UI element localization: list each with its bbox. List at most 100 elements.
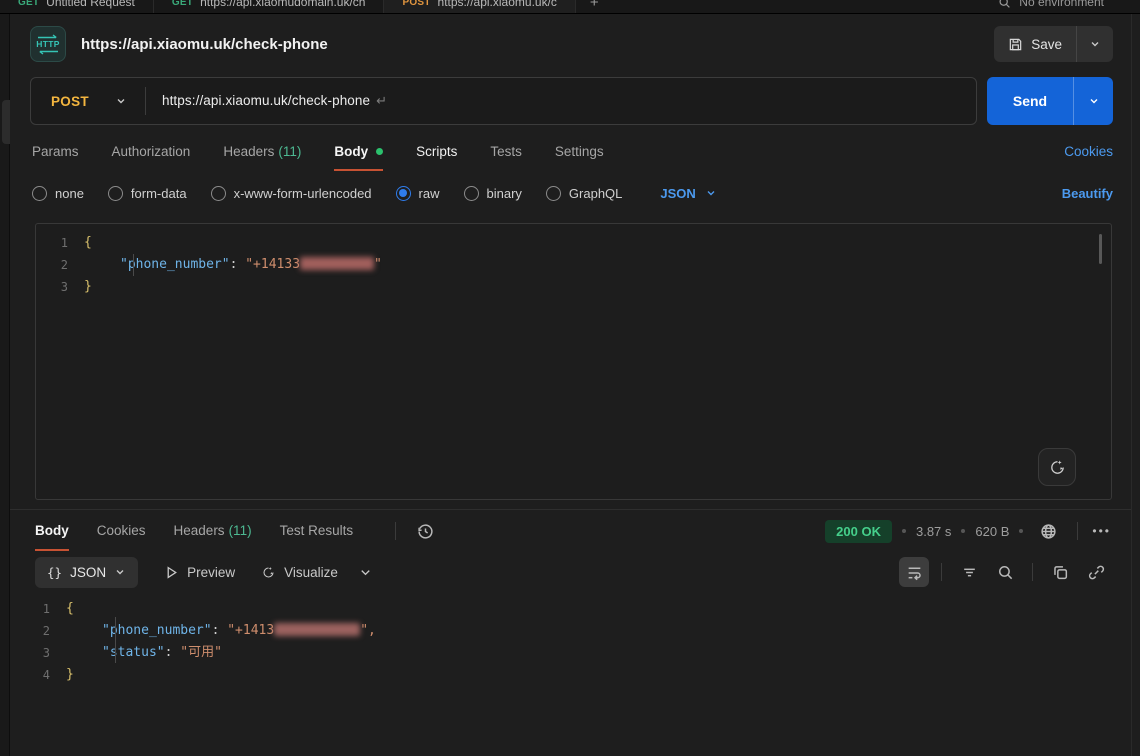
- network-info-button[interactable]: [1033, 516, 1063, 546]
- json-value: ",: [360, 623, 376, 638]
- link-button[interactable]: [1081, 557, 1111, 587]
- language-label: JSON: [660, 186, 695, 201]
- environment-label: No environment: [1019, 0, 1104, 9]
- send-options-button[interactable]: [1073, 77, 1113, 125]
- tab-label: Authorization: [112, 144, 191, 159]
- response-size: 620 B: [975, 524, 1009, 539]
- search-icon: [997, 564, 1014, 581]
- history-clock-icon: [417, 523, 434, 540]
- response-history-button[interactable]: [410, 516, 440, 546]
- status-badge: 200 OK: [825, 520, 892, 543]
- response-body-viewer[interactable]: 1 { 2 "phone_number": "+1413", 3 "status…: [10, 592, 1131, 733]
- visualize-button[interactable]: Visualize: [261, 565, 338, 580]
- radio-graphql[interactable]: GraphQL: [546, 186, 622, 201]
- json-value: "+14133: [245, 257, 300, 272]
- radio-raw[interactable]: raw: [396, 186, 440, 201]
- environment-selector[interactable]: No environment: [998, 0, 1140, 9]
- search-icon: [998, 0, 1011, 9]
- indent-guide: [133, 254, 134, 276]
- tab-label: Params: [32, 144, 79, 159]
- copy-response-button[interactable]: [1045, 557, 1075, 587]
- wrap-text-button[interactable]: [899, 557, 929, 587]
- response-tab-headers[interactable]: Headers(11): [174, 511, 252, 551]
- language-selector[interactable]: JSON: [660, 186, 716, 201]
- response-tab-body[interactable]: Body: [35, 511, 69, 551]
- save-icon: [1008, 37, 1023, 52]
- search-response-button[interactable]: [990, 557, 1020, 587]
- request-body-editor[interactable]: 1 { 2 "phone_number": "+14133" 3 }: [35, 223, 1112, 500]
- tab-headers[interactable]: Headers(11): [223, 132, 301, 171]
- sidebar-collapsed-rail[interactable]: [0, 14, 10, 756]
- radio-label: x-www-form-urlencoded: [234, 186, 372, 201]
- filter-button[interactable]: [954, 557, 984, 587]
- radio-icon: [211, 186, 226, 201]
- tab-method-badge: GET: [18, 0, 39, 8]
- preview-button[interactable]: Preview: [164, 565, 235, 580]
- divider: [1032, 563, 1033, 581]
- tab-label: Untitled Request: [46, 0, 135, 9]
- response-tab-cookies[interactable]: Cookies: [97, 511, 146, 551]
- tab-label: Body: [35, 523, 69, 538]
- line-number: 3: [36, 276, 84, 298]
- radio-none[interactable]: none: [32, 186, 84, 201]
- http-request-icon: HTTP: [30, 26, 66, 62]
- tab-label: Tests: [490, 144, 522, 159]
- visualize-label: Visualize: [284, 565, 338, 580]
- filter-icon: [961, 564, 978, 581]
- dot-separator: [1019, 529, 1023, 533]
- radio-icon: [546, 186, 561, 201]
- request-tabs: Params Authorization Headers(11) Body Sc…: [10, 129, 1131, 173]
- tab-authorization[interactable]: Authorization: [112, 132, 191, 171]
- copy-icon: [1052, 564, 1069, 581]
- url-input[interactable]: https://api.xiaomu.uk/check-phone↵: [146, 93, 403, 109]
- radio-label: binary: [487, 186, 522, 201]
- cookies-link[interactable]: Cookies: [1064, 144, 1113, 159]
- save-button[interactable]: Save: [994, 26, 1076, 62]
- chevron-down-icon: [114, 566, 126, 578]
- code-token: {: [66, 598, 74, 620]
- chevron-down-icon: [115, 95, 127, 107]
- beautify-link[interactable]: Beautify: [1062, 186, 1113, 201]
- radio-label: form-data: [131, 186, 187, 201]
- save-options-button[interactable]: [1076, 26, 1113, 62]
- request-tab-get-url[interactable]: GET https://api.xiaomudomain.uk/ch: [154, 0, 385, 14]
- method-selector[interactable]: POST: [31, 94, 145, 109]
- tab-tests[interactable]: Tests: [490, 132, 522, 171]
- postbot-button[interactable]: [1038, 448, 1076, 486]
- http-badge-text: HTTP: [36, 40, 59, 49]
- send-button[interactable]: Send: [987, 77, 1073, 125]
- request-tab-untitled[interactable]: GET Untitled Request: [0, 0, 154, 14]
- editor-scrollbar[interactable]: [1099, 234, 1102, 264]
- response-format-selector[interactable]: {} JSON: [35, 557, 138, 588]
- tab-settings[interactable]: Settings: [555, 132, 604, 171]
- more-options-button[interactable]: •••: [1092, 524, 1111, 538]
- tab-label: Headers: [174, 523, 225, 538]
- send-split-button: Send: [987, 77, 1113, 125]
- tab-params[interactable]: Params: [32, 132, 79, 171]
- line-number: 4: [10, 664, 66, 686]
- tab-method-badge: GET: [172, 0, 193, 8]
- tab-label: Body: [334, 144, 368, 159]
- tab-body[interactable]: Body: [334, 132, 383, 171]
- postman-window: GET Untitled Request GET https://api.xia…: [0, 0, 1140, 756]
- divider: [395, 522, 396, 540]
- chevron-down-icon: [358, 565, 373, 580]
- json-key: "status": [102, 645, 165, 660]
- sidebar-drag-handle[interactable]: [2, 100, 10, 144]
- redacted-phone-digits: [300, 257, 374, 270]
- line-number: 1: [10, 598, 66, 620]
- new-tab-button[interactable]: +: [576, 0, 613, 11]
- request-title: https://api.xiaomu.uk/check-phone: [81, 36, 328, 53]
- save-split-button: Save: [994, 26, 1113, 62]
- globe-icon: [1040, 523, 1057, 540]
- radio-form-data[interactable]: form-data: [108, 186, 187, 201]
- radio-x-www-form-urlencoded[interactable]: x-www-form-urlencoded: [211, 186, 372, 201]
- chevron-down-icon: [705, 187, 717, 199]
- tab-scripts[interactable]: Scripts: [416, 132, 457, 171]
- response-section: Body Cookies Headers(11) Test Results 20…: [10, 509, 1131, 733]
- request-tab-post-url-active[interactable]: POST https://api.xiaomu.uk/c: [384, 0, 575, 14]
- radio-binary[interactable]: binary: [464, 186, 522, 201]
- format-options-button[interactable]: [358, 565, 373, 580]
- response-tab-test-results[interactable]: Test Results: [280, 511, 354, 551]
- code-line: 2 "phone_number": "+14133": [36, 254, 1111, 276]
